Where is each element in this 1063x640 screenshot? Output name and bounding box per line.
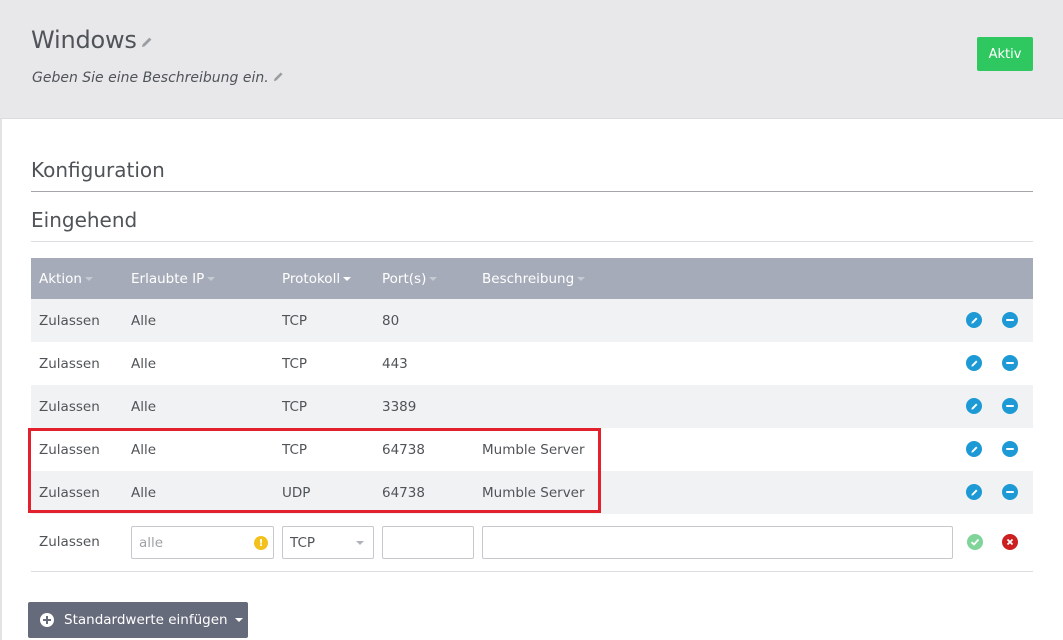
- edit-title-pencil-icon[interactable]: [141, 26, 153, 54]
- cell-ports: 64738: [382, 484, 425, 501]
- allowed-ip-placeholder: alle: [139, 534, 164, 551]
- table-row: Zulassen Alle TCP 80: [31, 299, 1033, 342]
- new-rule-row: Zulassen alle ! TCP: [31, 514, 1033, 572]
- cell-action: Zulassen: [39, 484, 100, 501]
- warning-exclamation-icon: !: [254, 536, 268, 550]
- page-title[interactable]: Windows: [31, 26, 153, 54]
- column-label: Aktion: [39, 270, 82, 287]
- insert-defaults-button[interactable]: Standardwerte einfügen: [28, 602, 248, 638]
- confirm-check-icon[interactable]: [967, 534, 983, 550]
- column-header-action[interactable]: Aktion: [39, 271, 93, 287]
- description-text: Geben Sie eine Beschreibung ein.: [32, 70, 269, 86]
- column-label: Beschreibung: [482, 270, 575, 287]
- column-label: Erlaubte IP: [131, 270, 205, 287]
- cell-protocol: TCP: [282, 355, 308, 372]
- cell-protocol: UDP: [282, 484, 311, 501]
- column-label: Port(s): [382, 270, 427, 287]
- divider: [31, 241, 1033, 242]
- cell-action: Zulassen: [39, 312, 100, 329]
- edit-description-pencil-icon[interactable]: [273, 70, 284, 86]
- column-header-ports[interactable]: Port(s): [382, 270, 438, 287]
- sort-caret-icon: [429, 276, 438, 281]
- sort-caret-icon: [84, 276, 93, 281]
- cell-action: Zulassen: [39, 355, 100, 372]
- chevron-down-icon: [356, 541, 364, 545]
- cell-protocol: TCP: [282, 312, 308, 329]
- cell-allowed-ip: Alle: [131, 441, 157, 458]
- remove-minus-icon[interactable]: [1002, 484, 1018, 500]
- edit-pencil-icon[interactable]: [966, 484, 982, 500]
- allowed-ip-input[interactable]: alle !: [131, 526, 274, 559]
- column-label: Protokoll: [282, 270, 341, 287]
- edit-pencil-icon[interactable]: [966, 441, 982, 457]
- section-title-incoming: Eingehend: [31, 208, 138, 232]
- table-row: Zulassen Alle TCP 443: [31, 342, 1033, 385]
- table-row: Zulassen Alle TCP 64738 Mumble Server: [31, 428, 1033, 471]
- status-active-button[interactable]: Aktiv: [977, 37, 1033, 71]
- page-description[interactable]: Geben Sie eine Beschreibung ein.: [32, 70, 284, 86]
- edit-pencil-icon[interactable]: [966, 398, 982, 414]
- column-header-allowed-ip[interactable]: Erlaubte IP: [131, 270, 216, 287]
- cell-ports: 80: [382, 312, 400, 329]
- insert-defaults-label: Standardwerte einfügen: [64, 612, 228, 628]
- remove-minus-icon[interactable]: [1002, 441, 1018, 457]
- ports-input[interactable]: [382, 526, 474, 559]
- sort-caret-icon: [577, 276, 586, 281]
- remove-minus-icon[interactable]: [1002, 398, 1018, 414]
- title-text: Windows: [31, 26, 137, 54]
- firewall-rules-table: Aktion Erlaubte IP Protokoll Port(s) Bes…: [31, 258, 1033, 514]
- cell-allowed-ip: Alle: [131, 312, 157, 329]
- page-header: Windows Geben Sie eine Beschreibung ein.…: [0, 0, 1063, 119]
- new-rule-action[interactable]: Zulassen: [39, 534, 100, 550]
- plus-circle-icon: [40, 613, 54, 627]
- table-row: Zulassen Alle TCP 3389: [31, 385, 1033, 428]
- edit-pencil-icon[interactable]: [966, 355, 982, 371]
- protocol-select[interactable]: TCP: [282, 526, 374, 559]
- cell-protocol: TCP: [282, 398, 308, 415]
- cell-description: Mumble Server: [482, 484, 585, 501]
- chevron-down-icon: [234, 618, 243, 622]
- description-input[interactable]: [482, 526, 953, 559]
- cell-action: Zulassen: [39, 398, 100, 415]
- cell-allowed-ip: Alle: [131, 398, 157, 415]
- cell-description: Mumble Server: [482, 441, 585, 458]
- cell-allowed-ip: Alle: [131, 484, 157, 501]
- cell-protocol: TCP: [282, 441, 308, 458]
- remove-minus-icon[interactable]: [1002, 312, 1018, 328]
- edit-pencil-icon[interactable]: [966, 312, 982, 328]
- divider: [31, 191, 1033, 192]
- column-header-protocol[interactable]: Protokoll: [282, 270, 352, 287]
- cell-ports: 64738: [382, 441, 425, 458]
- protocol-selected-value: TCP: [290, 534, 316, 551]
- cell-ports: 3389: [382, 398, 417, 415]
- cell-allowed-ip: Alle: [131, 355, 157, 372]
- table-row: Zulassen Alle UDP 64738 Mumble Server: [31, 471, 1033, 514]
- table-header: Aktion Erlaubte IP Protokoll Port(s) Bes…: [31, 258, 1033, 299]
- cell-action: Zulassen: [39, 441, 100, 458]
- sort-caret-icon: [207, 276, 216, 281]
- column-header-description[interactable]: Beschreibung: [482, 270, 586, 287]
- sort-caret-icon: [343, 276, 352, 281]
- cancel-x-icon[interactable]: [1002, 534, 1018, 550]
- cell-ports: 443: [382, 355, 408, 372]
- section-title-configuration: Konfiguration: [31, 158, 165, 182]
- remove-minus-icon[interactable]: [1002, 355, 1018, 371]
- table-body: Zulassen Alle TCP 80 Zulassen Alle TCP 443 Zulas…: [31, 299, 1033, 514]
